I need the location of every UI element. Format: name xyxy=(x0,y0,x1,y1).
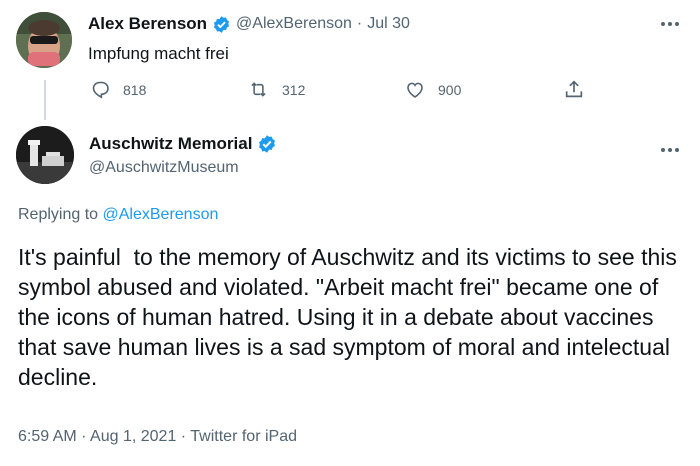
retweet-icon xyxy=(251,82,266,97)
tweet2-time[interactable]: 6:59 AM xyxy=(18,428,77,445)
verified-badge-icon xyxy=(212,15,231,34)
replying-to-link[interactable]: @AlexBerenson xyxy=(103,206,219,223)
share-icon xyxy=(565,80,583,98)
share-button[interactable] xyxy=(563,78,585,106)
avatar-alex-berenson[interactable] xyxy=(16,12,72,68)
tweet-1[interactable]: Alex Berenson @AlexBerenson · Jul 30 Imp… xyxy=(0,0,700,120)
avatar-image xyxy=(16,126,74,184)
more-icon[interactable] xyxy=(660,140,680,158)
tweet2-author-name[interactable]: Auschwitz Memorial xyxy=(89,134,252,154)
reply-icon xyxy=(92,81,109,99)
tweet-2[interactable]: Auschwitz Memorial @AuschwitzMuseum Repl… xyxy=(0,118,700,466)
like-button[interactable]: 900 xyxy=(404,79,461,100)
reply-count: 818 xyxy=(123,81,147,98)
tweet1-handle[interactable]: @AlexBerenson xyxy=(236,15,352,33)
tweet2-text: It's painful to the memory of Auschwitz … xyxy=(18,244,684,390)
avatar-auschwitz-memorial[interactable] xyxy=(16,126,74,184)
tweet1-date[interactable]: Jul 30 xyxy=(367,15,410,33)
thread-line xyxy=(44,80,46,120)
verified-badge-icon xyxy=(257,134,277,154)
replying-to-prefix: Replying to xyxy=(18,206,99,223)
retweet-button[interactable]: 312 xyxy=(247,79,305,100)
more-icon[interactable] xyxy=(660,16,680,27)
tweet2-meta: 6:59 AM · Aug 1, 2021 · Twitter for iPad xyxy=(18,428,297,446)
tweet2-handle[interactable]: @AuschwitzMuseum xyxy=(89,159,239,177)
separator-dot: · xyxy=(180,428,187,445)
avatar-image xyxy=(16,12,72,68)
tweet1-text: Impfung macht frei xyxy=(88,44,229,63)
separator-dot: · xyxy=(81,428,87,445)
like-count: 900 xyxy=(438,81,462,98)
tweet2-source[interactable]: Twitter for iPad xyxy=(190,428,297,445)
like-icon xyxy=(407,82,423,98)
reply-button[interactable]: 818 xyxy=(90,79,146,100)
separator-dot: · xyxy=(356,15,363,32)
tweet1-author-name[interactable]: Alex Berenson xyxy=(88,14,207,34)
replying-to-line: Replying to @AlexBerenson xyxy=(18,206,218,224)
retweet-count: 312 xyxy=(282,81,306,98)
tweet2-date[interactable]: Aug 1, 2021 xyxy=(90,428,176,445)
